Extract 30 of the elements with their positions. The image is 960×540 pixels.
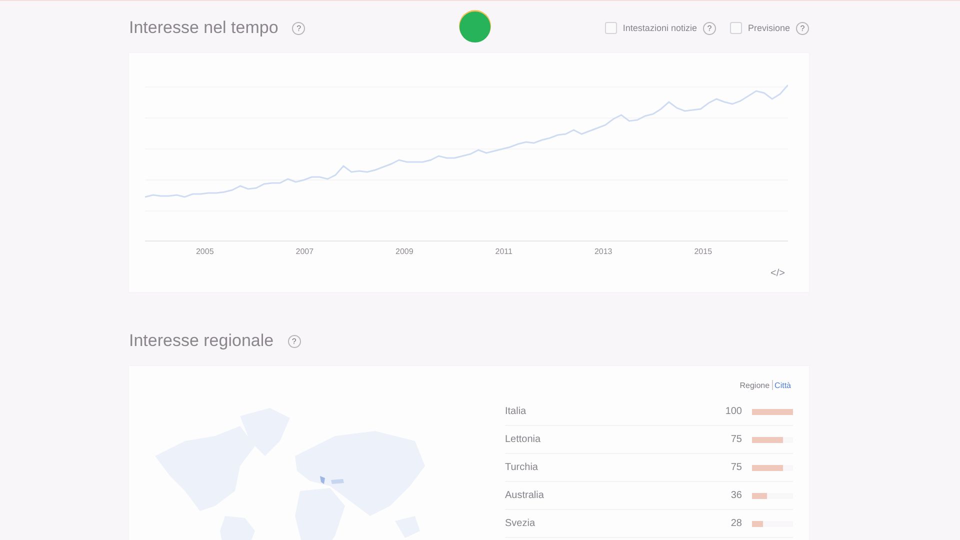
axis-label: 2009 bbox=[396, 247, 414, 256]
embed-button[interactable]: </> bbox=[762, 268, 793, 279]
region-name: Svezia bbox=[505, 518, 536, 529]
axis-label: 2007 bbox=[296, 247, 314, 256]
axis-label: 2013 bbox=[594, 247, 612, 256]
axis-label: 2005 bbox=[196, 247, 214, 256]
axis-label: 2011 bbox=[495, 247, 512, 256]
region-name: Lettonia bbox=[505, 434, 541, 445]
loading-indicator-icon bbox=[458, 9, 492, 43]
region-value: 28 bbox=[730, 518, 742, 529]
help-icon[interactable]: ? bbox=[702, 22, 716, 34]
region-value: 36 bbox=[730, 490, 742, 501]
region-name: Italia bbox=[505, 406, 526, 417]
checkbox-label: Previsione bbox=[748, 23, 790, 33]
axis-label: 2015 bbox=[694, 247, 712, 256]
region-value: 75 bbox=[730, 434, 742, 445]
region-value: 75 bbox=[730, 462, 742, 473]
checkbox[interactable] bbox=[730, 22, 742, 34]
section-title: Interesse nel tempo bbox=[129, 18, 278, 38]
help-icon[interactable]: ? bbox=[796, 22, 809, 34]
toggle-option[interactable]: Città bbox=[772, 380, 793, 390]
section-title: Interesse regionale bbox=[129, 331, 274, 351]
region-value: 100 bbox=[725, 406, 742, 417]
help-icon[interactable]: ? bbox=[288, 334, 301, 348]
help-icon[interactable]: ? bbox=[292, 22, 306, 34]
toggle-option[interactable]: Regione bbox=[738, 380, 772, 390]
checkbox[interactable] bbox=[604, 22, 617, 34]
region-name: Australia bbox=[505, 490, 544, 501]
region-name: Turchia bbox=[505, 462, 538, 473]
checkbox-label: Intestazioni notizie bbox=[622, 23, 697, 33]
